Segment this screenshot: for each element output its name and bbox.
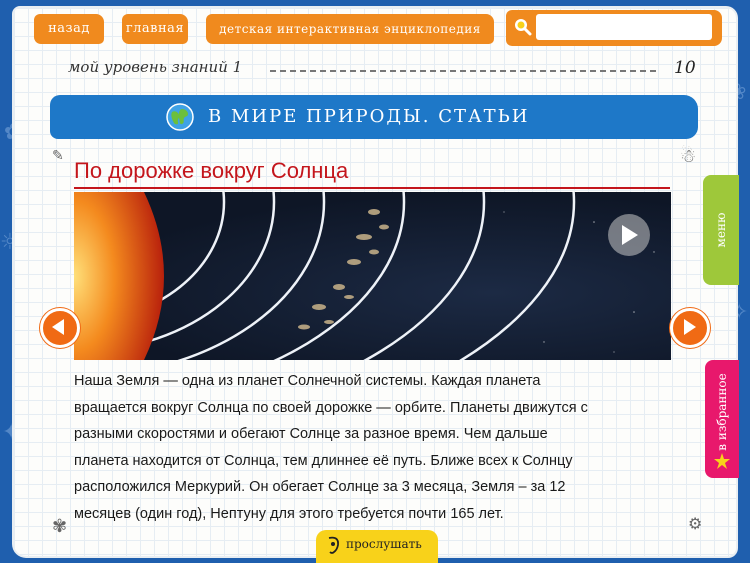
listen-label: прослушать [346, 537, 422, 551]
search-bar [506, 10, 722, 46]
home-button[interactable]: главная [122, 14, 188, 44]
search-icon[interactable] [514, 18, 532, 36]
astronaut-icon: ☃ [680, 146, 697, 167]
star-icon [714, 453, 730, 469]
play-video-button[interactable] [608, 214, 650, 256]
arrow-right-icon [684, 319, 696, 335]
article-title: По дорожке вокруг Солнца [74, 158, 349, 183]
knowledge-level-value: 1 [232, 58, 243, 76]
knowledge-level: мой уровень знаний 1 [68, 58, 242, 76]
add-to-favorites-tab[interactable]: в избранное [705, 360, 739, 478]
article-body: Наша Земля — одна из планет Солнечной си… [74, 368, 684, 527]
gear-doodle-icon: ⚙ [688, 514, 703, 533]
article-line: расположился Меркурий. Он обегает Солнце… [74, 479, 566, 495]
article-line: Наша Земля — одна из планет Солнечной си… [74, 373, 541, 389]
knowledge-level-max: 10 [674, 58, 696, 78]
solar-system-image [74, 192, 671, 360]
globe-icon [166, 103, 194, 131]
back-button[interactable]: назад [34, 14, 104, 44]
favorites-tab-label: в избранное [715, 373, 729, 451]
level-progress-line [270, 70, 656, 72]
speaker-icon [328, 536, 339, 554]
next-article-button[interactable] [670, 308, 710, 348]
flower-doodle-icon: ✾ [52, 516, 68, 537]
encyclopedia-title-tab: детская интерактивная энциклопедия [206, 14, 494, 44]
menu-tab[interactable]: меню [703, 175, 739, 285]
article-line: месяцев (один год), Нептуну для этого тр… [74, 505, 504, 522]
previous-article-button[interactable] [40, 308, 80, 348]
search-input[interactable] [536, 14, 712, 40]
play-icon [622, 225, 638, 245]
article-line: планета находится от Солнца, тем длиннее… [74, 452, 573, 469]
title-underline [74, 187, 670, 189]
knowledge-level-label: мой уровень знаний [68, 58, 228, 76]
menu-tab-label: меню [714, 212, 728, 248]
article-line: разными скоростями и обегают Солнце за р… [74, 426, 548, 442]
section-title: В МИРЕ ПРИРОДЫ. СТАТЬИ [208, 106, 530, 127]
section-banner: В МИРЕ ПРИРОДЫ. СТАТЬИ [50, 95, 698, 139]
listen-button[interactable]: прослушать [316, 530, 438, 563]
arrow-left-icon [52, 319, 64, 335]
orbits-illustration [74, 192, 655, 360]
article-line: вращается вокруг Солнца по своей дорожке… [74, 399, 588, 416]
doodle-icon: ✎ [52, 148, 64, 164]
